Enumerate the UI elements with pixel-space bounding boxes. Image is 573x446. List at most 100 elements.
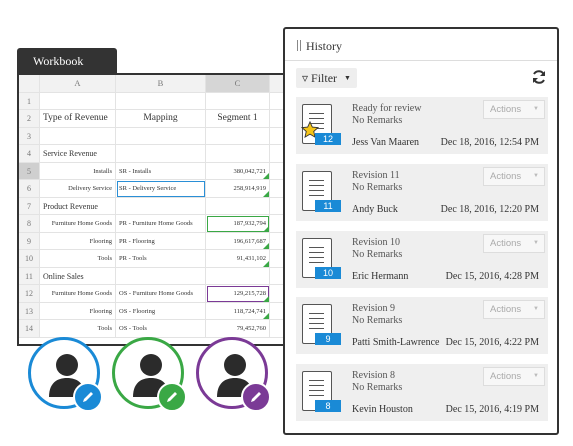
row-header[interactable]: 8 xyxy=(19,215,40,233)
revision-item[interactable]: 12 Ready for review No Remarks Jess Van … xyxy=(296,97,548,154)
column-header-a[interactable]: A xyxy=(40,75,116,93)
revision-item[interactable]: 10 Revision 10 No Remarks Eric Hermann D… xyxy=(296,231,548,288)
cell-b9[interactable]: PR - Flooring xyxy=(116,232,206,250)
revision-title: Revision 11 xyxy=(352,170,400,181)
table-row: 2 Type of Revenue Mapping Segment 1 xyxy=(19,110,290,128)
edit-badge[interactable] xyxy=(73,382,103,412)
spreadsheet[interactable]: A B C 1 2 Type of Revenue Mapping Segmen… xyxy=(17,73,292,346)
revision-item[interactable]: 9 Revision 9 No Remarks Patti Smith-Lawr… xyxy=(296,297,548,354)
row-header[interactable]: 14 xyxy=(19,320,40,338)
cell-a6[interactable]: Delivery Service xyxy=(40,180,116,198)
cell-c1[interactable] xyxy=(206,92,270,110)
cell-a7[interactable]: Product Revenue xyxy=(40,197,116,215)
edit-badge[interactable] xyxy=(241,382,271,412)
cell-a5[interactable]: Installs xyxy=(40,162,116,180)
cell-a14[interactable]: Tools xyxy=(40,320,116,338)
cell-c7[interactable] xyxy=(206,197,270,215)
caret-down-icon: ▼ xyxy=(533,306,539,312)
cell-b8[interactable]: PR - Furniture Home Goods xyxy=(116,215,206,233)
cell-a1[interactable] xyxy=(40,92,116,110)
table-row: 6 Delivery Service SR - Delivery Service… xyxy=(19,180,290,198)
cell-c5[interactable]: 380,042,721 xyxy=(206,162,270,180)
revision-number-badge: 11 xyxy=(315,200,341,212)
cell-c4[interactable] xyxy=(206,145,270,163)
edit-badge[interactable] xyxy=(157,382,187,412)
cell-c14[interactable]: 79,452,760 xyxy=(206,320,270,338)
cell-c8-selected[interactable]: 187,932,794 xyxy=(206,215,270,233)
cell-b11[interactable] xyxy=(116,267,206,285)
actions-label: Actions xyxy=(490,171,522,182)
cell-a8[interactable]: Furniture Home Goods xyxy=(40,215,116,233)
row-header[interactable]: 13 xyxy=(19,302,40,320)
cell-c10[interactable]: 91,431,102 xyxy=(206,250,270,268)
filter-button[interactable]: ▿ Filter ▼ xyxy=(296,68,357,88)
row-header[interactable]: 11 xyxy=(19,267,40,285)
actions-dropdown[interactable]: Actions ▼ xyxy=(483,367,545,386)
cell-b7[interactable] xyxy=(116,197,206,215)
row-header[interactable]: 4 xyxy=(19,145,40,163)
table-row: 11 Online Sales xyxy=(19,267,290,285)
table-row: 14 Tools OS - Tools 79,452,760 xyxy=(19,320,290,338)
cell-b5[interactable]: SR - Installs xyxy=(116,162,206,180)
row-header[interactable]: 9 xyxy=(19,232,40,250)
collaborator-avatar-blue[interactable] xyxy=(28,337,103,412)
cell-a2[interactable]: Type of Revenue xyxy=(40,110,116,128)
actions-dropdown[interactable]: Actions ▼ xyxy=(483,167,545,186)
cell-b6-selected[interactable]: SR - Delivery Service xyxy=(116,180,206,198)
cell-b4[interactable] xyxy=(116,145,206,163)
cell-a3[interactable] xyxy=(40,127,116,145)
column-header-b[interactable]: B xyxy=(116,75,206,93)
cell-a12[interactable]: Furniture Home Goods xyxy=(40,285,116,303)
workbook-tab[interactable]: Workbook xyxy=(17,48,117,74)
cell-c6[interactable]: 258,914,919 xyxy=(206,180,270,198)
cell-a11[interactable]: Online Sales xyxy=(40,267,116,285)
cell-c12-selected[interactable]: 129,215,728 xyxy=(206,285,270,303)
revision-item[interactable]: 11 Revision 11 No Remarks Andy Buck Dec … xyxy=(296,164,548,221)
cell-b10[interactable]: PR - Tools xyxy=(116,250,206,268)
row-header[interactable]: 2 xyxy=(19,110,40,128)
actions-dropdown[interactable]: Actions ▼ xyxy=(483,234,545,253)
row-header[interactable]: 5 xyxy=(19,162,40,180)
caret-down-icon: ▼ xyxy=(533,173,539,179)
corner-cell[interactable] xyxy=(19,75,40,93)
row-header[interactable]: 7 xyxy=(19,197,40,215)
table-row: 9 Flooring PR - Flooring 196,617,687 xyxy=(19,232,290,250)
cell-b13[interactable]: OS - Flooring xyxy=(116,302,206,320)
cell-c13[interactable]: 118,724,741 xyxy=(206,302,270,320)
pencil-icon xyxy=(251,392,261,402)
cell-c11[interactable] xyxy=(206,267,270,285)
cell-b14[interactable]: OS - Tools xyxy=(116,320,206,338)
cell-b3[interactable] xyxy=(116,127,206,145)
actions-dropdown[interactable]: Actions ▼ xyxy=(483,300,545,319)
row-header[interactable]: 3 xyxy=(19,127,40,145)
cell-b12[interactable]: OS - Furniture Home Goods xyxy=(116,285,206,303)
actions-label: Actions xyxy=(490,104,522,115)
cell-c2[interactable]: Segment 1 xyxy=(206,110,270,128)
row-header[interactable]: 10 xyxy=(19,250,40,268)
revision-user: Eric Hermann xyxy=(352,271,409,282)
revision-date: Dec 15, 2016, 4:28 PM xyxy=(445,271,539,282)
actions-label: Actions xyxy=(490,304,522,315)
cell-a4[interactable]: Service Revenue xyxy=(40,145,116,163)
cell-a13[interactable]: Flooring xyxy=(40,302,116,320)
refresh-icon[interactable] xyxy=(531,69,547,85)
revision-item[interactable]: 8 Revision 8 No Remarks Kevin Houston De… xyxy=(296,364,548,421)
cell-c3[interactable] xyxy=(206,127,270,145)
collaborator-avatar-green[interactable] xyxy=(112,337,187,412)
cell-b2[interactable]: Mapping xyxy=(116,110,206,128)
cell-a9[interactable]: Flooring xyxy=(40,232,116,250)
actions-dropdown[interactable]: Actions ▼ xyxy=(483,100,545,119)
row-header[interactable]: 12 xyxy=(19,285,40,303)
table-row: 8 Furniture Home Goods PR - Furniture Ho… xyxy=(19,215,290,233)
collaborator-avatar-purple[interactable] xyxy=(196,337,271,412)
actions-label: Actions xyxy=(490,371,522,382)
row-header[interactable]: 6 xyxy=(19,180,40,198)
cell-b1[interactable] xyxy=(116,92,206,110)
revision-user: Patti Smith-Lawrence xyxy=(352,337,440,348)
cell-c9[interactable]: 196,617,687 xyxy=(206,232,270,250)
cell-a10[interactable]: Tools xyxy=(40,250,116,268)
drag-handle-icon[interactable] xyxy=(297,40,301,51)
row-header[interactable]: 1 xyxy=(19,92,40,110)
column-header-c[interactable]: C xyxy=(206,75,270,93)
spreadsheet-grid: A B C 1 2 Type of Revenue Mapping Segmen… xyxy=(19,75,290,338)
